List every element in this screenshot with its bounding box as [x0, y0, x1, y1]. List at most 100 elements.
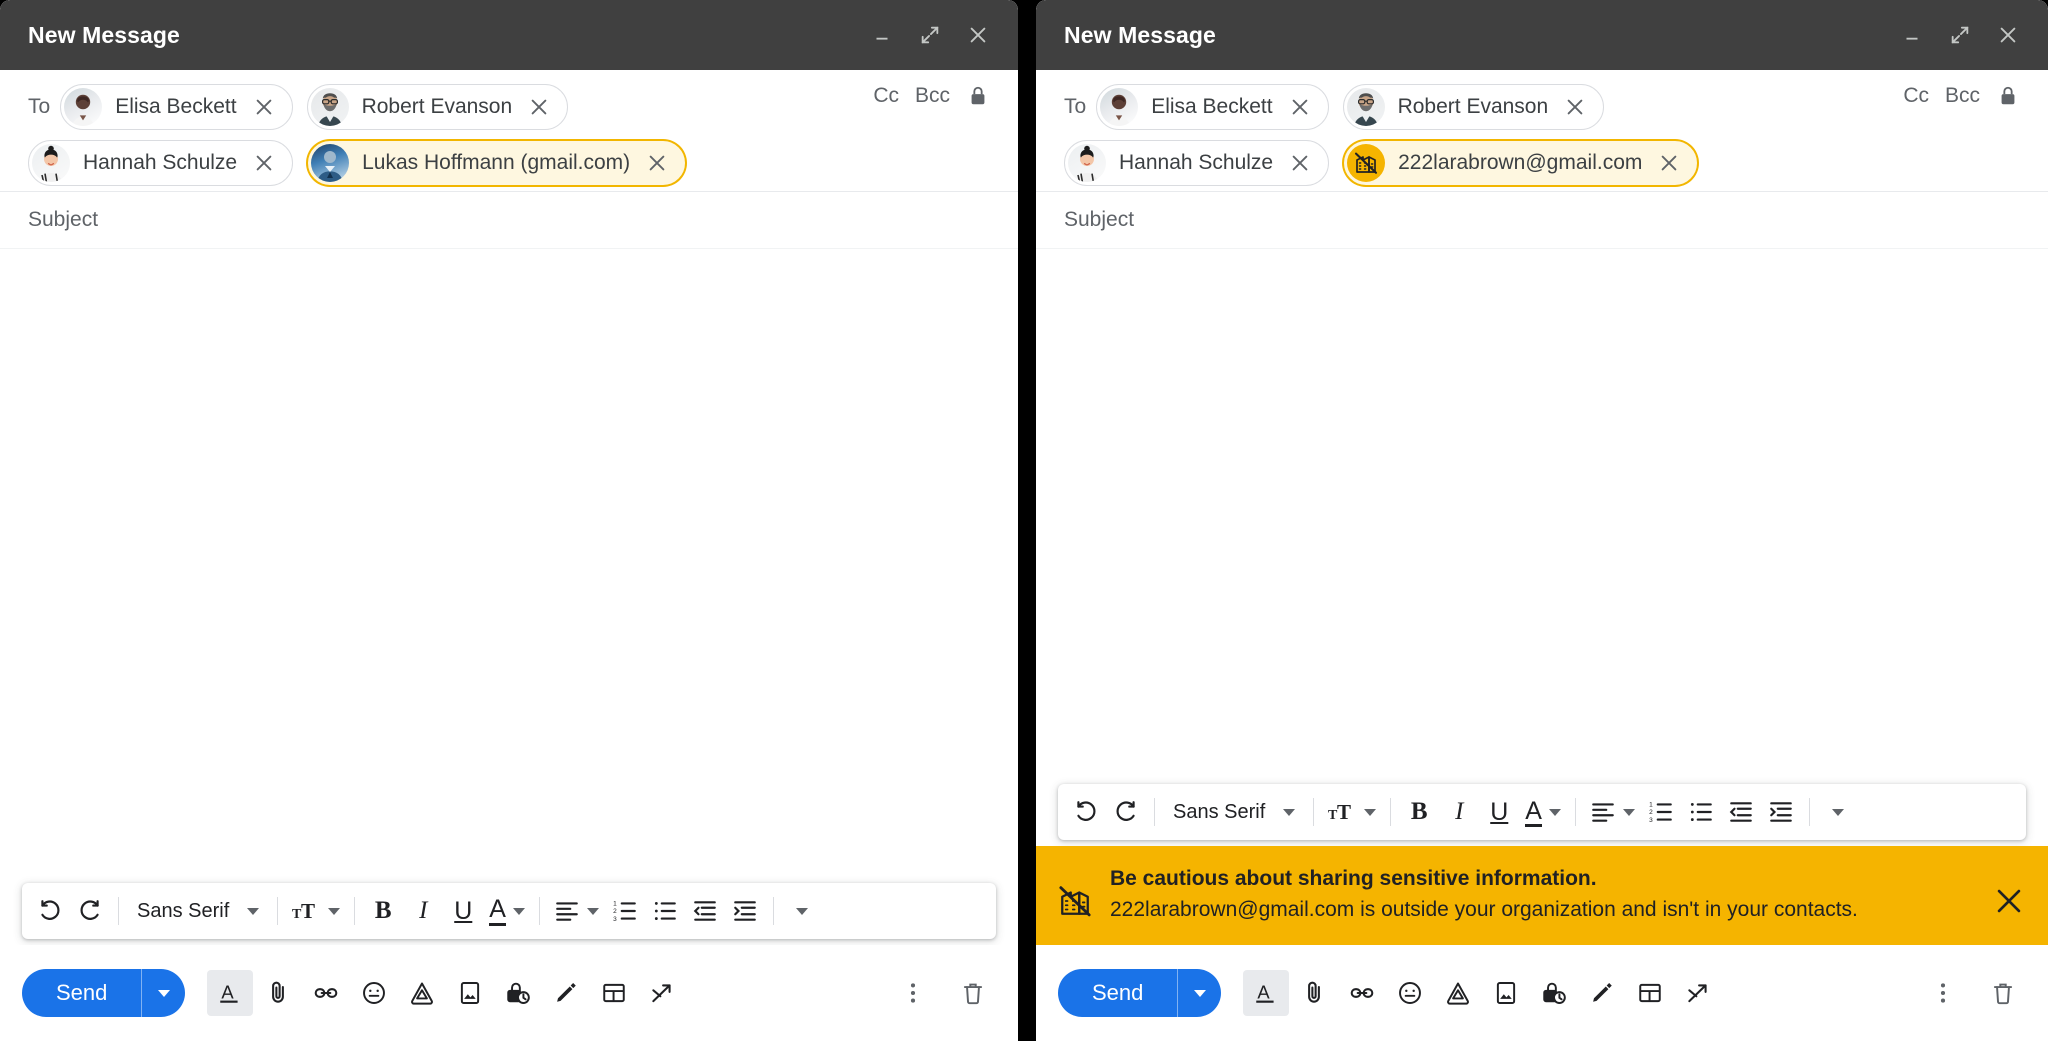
indent-less-icon[interactable]: [685, 889, 725, 933]
align-button[interactable]: [1584, 790, 1641, 834]
message-body-right[interactable]: [1036, 249, 2048, 784]
discard-draft-button[interactable]: [1980, 970, 2026, 1016]
text-color-button[interactable]: A: [483, 889, 531, 933]
insert-emoji-button[interactable]: [351, 970, 397, 1016]
font-size-select[interactable]: TT: [1322, 790, 1382, 834]
expand-button[interactable]: [908, 13, 952, 57]
bold-button[interactable]: B: [1399, 790, 1439, 834]
cc-button[interactable]: Cc: [1903, 84, 1929, 108]
recipient-name: Hannah Schulze: [83, 151, 237, 175]
lock-icon[interactable]: [966, 84, 990, 108]
recipient-chip[interactable]: Hannah Schulze: [28, 140, 293, 186]
recipient-chip[interactable]: Hannah Schulze: [1064, 140, 1329, 186]
recipient-chip[interactable]: Elisa Beckett: [60, 84, 292, 130]
indent-more-icon[interactable]: [725, 889, 765, 933]
bulleted-list-icon[interactable]: [645, 889, 685, 933]
minimize-button[interactable]: [860, 13, 904, 57]
recipient-chip[interactable]: Robert Evanson: [307, 84, 569, 130]
remove-recipient-icon[interactable]: [1288, 95, 1312, 119]
formatting-options-button[interactable]: A: [1243, 970, 1289, 1016]
insert-link-button[interactable]: [1339, 970, 1385, 1016]
expand-button[interactable]: [1938, 13, 1982, 57]
remove-recipient-icon[interactable]: [527, 95, 551, 119]
bcc-button[interactable]: Bcc: [1945, 84, 1980, 108]
send-button[interactable]: Send: [22, 969, 141, 1017]
indent-more-icon[interactable]: [1761, 790, 1801, 834]
send-options-button[interactable]: [1177, 969, 1221, 1017]
insert-signature-button[interactable]: [1579, 970, 1625, 1016]
font-family-select[interactable]: Sans Serif: [1163, 790, 1305, 834]
redo-icon[interactable]: [70, 889, 110, 933]
insert-photo-button[interactable]: [1483, 970, 1529, 1016]
underline-button[interactable]: U: [1479, 790, 1519, 834]
undo-icon[interactable]: [1066, 790, 1106, 834]
insert-drive-file-button[interactable]: [1435, 970, 1481, 1016]
divider: [539, 897, 540, 925]
insert-photo-button[interactable]: [447, 970, 493, 1016]
remove-recipient-icon[interactable]: [645, 151, 669, 175]
recipients-row-left[interactable]: To Elisa Beckett: [0, 70, 1018, 192]
close-button[interactable]: [1986, 13, 2030, 57]
redo-icon[interactable]: [1106, 790, 1146, 834]
numbered-list-icon[interactable]: 123: [605, 889, 645, 933]
chevron-down-icon: [1623, 809, 1635, 816]
font-size-select[interactable]: TT: [286, 889, 346, 933]
multi-send-button[interactable]: [1675, 970, 1721, 1016]
remove-recipient-icon[interactable]: [252, 95, 276, 119]
insert-drive-file-button[interactable]: [399, 970, 445, 1016]
message-body-left[interactable]: [0, 249, 1018, 883]
numbered-list-icon[interactable]: 123: [1641, 790, 1681, 834]
font-family-value: Sans Serif: [137, 900, 229, 923]
italic-button[interactable]: I: [403, 889, 443, 933]
close-button[interactable]: [956, 13, 1000, 57]
remove-recipient-icon[interactable]: [1288, 151, 1312, 175]
bold-button[interactable]: B: [363, 889, 403, 933]
multi-send-button[interactable]: [639, 970, 685, 1016]
formatting-options-button[interactable]: A: [207, 970, 253, 1016]
more-format-options[interactable]: [782, 889, 822, 933]
discard-draft-button[interactable]: [950, 970, 996, 1016]
more-options-button[interactable]: [1920, 970, 1966, 1016]
indent-less-icon[interactable]: [1721, 790, 1761, 834]
insert-signature-button[interactable]: [543, 970, 589, 1016]
recipient-chip[interactable]: Robert Evanson: [1343, 84, 1605, 130]
more-format-options[interactable]: [1818, 790, 1858, 834]
recipient-chip-external[interactable]: 222larabrown@gmail.com: [1343, 140, 1698, 186]
layout-template-button[interactable]: [591, 970, 637, 1016]
minimize-button[interactable]: [1890, 13, 1934, 57]
font-family-select[interactable]: Sans Serif: [127, 889, 269, 933]
confidential-mode-button[interactable]: [495, 970, 541, 1016]
send-bar-right-tools-left: [890, 970, 996, 1016]
more-options-button[interactable]: [890, 970, 936, 1016]
text-color-button[interactable]: A: [1519, 790, 1567, 834]
attach-file-button[interactable]: [1291, 970, 1337, 1016]
domain-disabled-icon: [1058, 884, 1092, 918]
insert-emoji-button[interactable]: [1387, 970, 1433, 1016]
compose-tools-left: A: [207, 970, 685, 1016]
recipient-chip[interactable]: Elisa Beckett: [1096, 84, 1328, 130]
subject-field-right[interactable]: Subject: [1036, 192, 2048, 249]
remove-recipient-icon[interactable]: [1563, 95, 1587, 119]
confidential-mode-button[interactable]: [1531, 970, 1577, 1016]
bulleted-list-icon[interactable]: [1681, 790, 1721, 834]
send-options-button[interactable]: [141, 969, 185, 1017]
remove-recipient-icon[interactable]: [252, 151, 276, 175]
insert-link-button[interactable]: [303, 970, 349, 1016]
recipient-chip-external[interactable]: Lukas Hoffmann (gmail.com): [307, 140, 686, 186]
bcc-button[interactable]: Bcc: [915, 84, 950, 108]
align-button[interactable]: [548, 889, 605, 933]
send-button[interactable]: Send: [1058, 969, 1177, 1017]
attach-file-button[interactable]: [255, 970, 301, 1016]
cc-button[interactable]: Cc: [873, 84, 899, 108]
italic-button[interactable]: I: [1439, 790, 1479, 834]
dismiss-warning-button[interactable]: [1992, 884, 2026, 918]
remove-recipient-icon[interactable]: [1657, 151, 1681, 175]
underline-button[interactable]: U: [443, 889, 483, 933]
layout-template-button[interactable]: [1627, 970, 1673, 1016]
lock-icon[interactable]: [1996, 84, 2020, 108]
subject-field-left[interactable]: Subject: [0, 192, 1018, 249]
undo-icon[interactable]: [30, 889, 70, 933]
recipients-row-right[interactable]: To Elisa Beckett: [1036, 70, 2048, 192]
svg-text:3: 3: [613, 916, 617, 923]
divider: [773, 897, 774, 925]
